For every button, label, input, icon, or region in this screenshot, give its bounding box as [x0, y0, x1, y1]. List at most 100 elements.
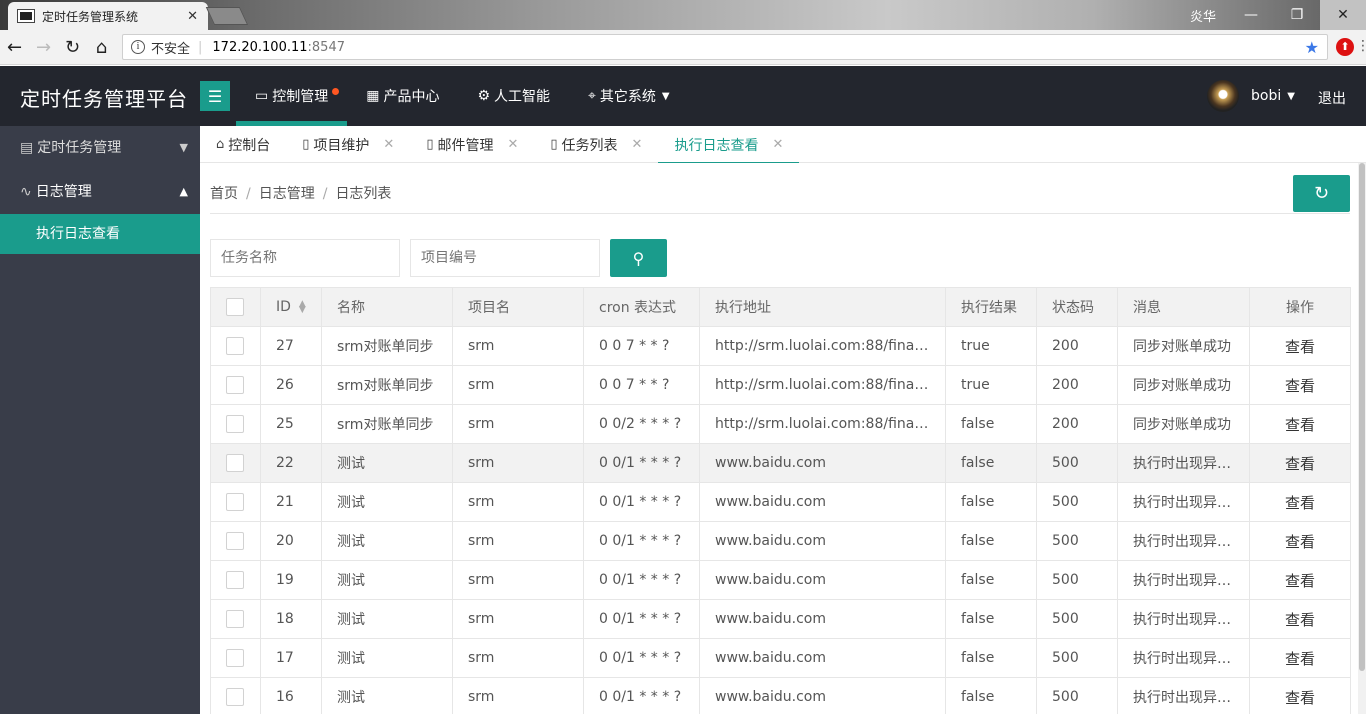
row-checkbox[interactable]	[210, 326, 261, 366]
cell-code: 500	[1036, 677, 1118, 714]
scrollbar-thumb[interactable]	[1359, 163, 1365, 671]
view-button[interactable]: 查看	[1249, 365, 1351, 405]
row-checkbox[interactable]	[210, 638, 261, 678]
close-icon[interactable]: ✕	[383, 137, 394, 152]
refresh-button[interactable]: ↻	[1293, 175, 1350, 212]
logout-link[interactable]: 退出	[1318, 88, 1346, 108]
table-row: 27 srm对账单同步 srm 0 0 7 * * ? http://srm.luola…	[210, 326, 1351, 366]
cell-project: srm	[452, 443, 584, 483]
url-separator: |	[198, 39, 203, 55]
view-button[interactable]: 查看	[1249, 521, 1351, 561]
tab-console[interactable]: ⌂ 控制台	[200, 126, 286, 163]
select-all-checkbox[interactable]	[210, 287, 261, 327]
reload-icon[interactable]: ↻	[58, 37, 87, 58]
close-icon[interactable]: ✕	[507, 137, 518, 152]
cell-msg: 同步对账单成功	[1117, 326, 1250, 366]
row-checkbox[interactable]	[210, 482, 261, 522]
cell-name: 测试	[321, 677, 453, 714]
view-button[interactable]: 查看	[1249, 599, 1351, 639]
document-icon: ▯	[550, 137, 558, 152]
sidebar-item-exec-log[interactable]: 执行日志查看	[0, 214, 200, 254]
tab-exec-log[interactable]: 执行日志查看 ✕	[658, 126, 800, 164]
cell-code: 200	[1036, 404, 1118, 444]
col-id[interactable]: ID ▲ ▼	[260, 287, 322, 327]
menu-toggle-icon[interactable]: ☰	[200, 81, 230, 111]
cell-id: 16	[260, 677, 322, 714]
view-button[interactable]: 查看	[1249, 560, 1351, 600]
content-tabs: ⌂ 控制台 ▯ 项目维护 ✕ ▯ 邮件管理 ✕ ▯ 任务列表 ✕ 执行日志查看 ✕	[200, 126, 1366, 164]
breadcrumb-home[interactable]: 首页	[210, 186, 238, 202]
tab-tasks[interactable]: ▯ 任务列表 ✕	[534, 126, 658, 163]
cell-project: srm	[452, 482, 584, 522]
cell-name: srm对账单同步	[321, 404, 453, 444]
cell-url: www.baidu.com	[699, 521, 946, 561]
cell-cron: 0 0/1 * * * ?	[583, 521, 700, 561]
user-name: bobi	[1251, 88, 1282, 104]
nav-ai[interactable]: ⚙ 人工智能	[458, 66, 569, 126]
task-name-input[interactable]	[210, 239, 400, 277]
close-tab-icon[interactable]: ✕	[187, 9, 198, 24]
cell-url: www.baidu.com	[699, 677, 946, 714]
row-checkbox[interactable]	[210, 404, 261, 444]
view-button[interactable]: 查看	[1249, 677, 1351, 714]
cell-result: false	[945, 443, 1037, 483]
chevron-down-icon: ▼	[179, 141, 188, 154]
view-button[interactable]: 查看	[1249, 482, 1351, 522]
restore-icon[interactable]: ❐	[1274, 0, 1320, 30]
user-menu[interactable]: bobi ▼	[1207, 80, 1295, 112]
project-no-input[interactable]	[410, 239, 600, 277]
view-button[interactable]: 查看	[1249, 638, 1351, 678]
close-icon[interactable]: ✕	[632, 137, 643, 152]
scrollbar[interactable]	[1358, 163, 1366, 714]
table-row: 16 测试 srm 0 0/1 * * * ? www.baidu.com false 50…	[210, 677, 1351, 714]
new-tab-button[interactable]	[205, 7, 249, 25]
row-checkbox[interactable]	[210, 599, 261, 639]
nav-products[interactable]: ▦ 产品中心	[347, 66, 458, 126]
row-checkbox[interactable]	[210, 560, 261, 600]
forward-icon[interactable]: →	[29, 37, 58, 58]
view-button[interactable]: 查看	[1249, 326, 1351, 366]
home-icon[interactable]: ⌂	[87, 37, 116, 58]
divider	[210, 213, 1350, 214]
close-window-icon[interactable]: ✕	[1320, 0, 1366, 30]
browser-tab[interactable]: 定时任务管理系统 ✕	[8, 2, 208, 30]
cell-name: srm对账单同步	[321, 365, 453, 405]
bookmark-star-icon[interactable]: ★	[1305, 38, 1319, 57]
cell-result: false	[945, 599, 1037, 639]
cell-msg: 执行时出现异常：U	[1117, 482, 1250, 522]
main-content: 首页/日志管理/日志列表 ↻ ⚲ ID▲▼ 名称 项目名 cron 表达式 执行…	[200, 163, 1358, 714]
row-checkbox[interactable]	[210, 677, 261, 714]
breadcrumb-log-mgmt[interactable]: 日志管理	[259, 186, 315, 202]
cell-cron: 0 0 7 * * ?	[583, 326, 700, 366]
cell-cron: 0 0/1 * * * ?	[583, 443, 700, 483]
table-row: 18 测试 srm 0 0/1 * * * ? www.baidu.com false 50…	[210, 599, 1351, 639]
app-header: 定时任务管理平台 ☰ ▭ 控制管理 ▦ 产品中心 ⚙ 人工智能 ⌖ 其它系统 ▼…	[0, 66, 1366, 126]
view-button[interactable]: 查看	[1249, 404, 1351, 444]
cell-project: srm	[452, 560, 584, 600]
back-icon[interactable]: ←	[0, 37, 29, 58]
row-checkbox[interactable]	[210, 443, 261, 483]
window-user[interactable]: 炎华	[1190, 6, 1216, 25]
nav-other[interactable]: ⌖ 其它系统 ▼	[569, 66, 689, 126]
url-input[interactable]: i 不安全 | 172.20.100.11 :8547 ★	[122, 34, 1328, 60]
row-checkbox[interactable]	[210, 521, 261, 561]
table-row: 17 测试 srm 0 0/1 * * * ? www.baidu.com false 50…	[210, 638, 1351, 678]
nav-label: 产品中心	[383, 89, 440, 105]
tab-projects[interactable]: ▯ 项目维护 ✕	[286, 126, 410, 163]
cell-cron: 0 0/1 * * * ?	[583, 560, 700, 600]
view-button[interactable]: 查看	[1249, 443, 1351, 483]
search-button[interactable]: ⚲	[610, 239, 667, 277]
sidebar-item-task-mgmt[interactable]: ▤ 定时任务管理 ▼	[0, 126, 200, 170]
row-checkbox[interactable]	[210, 365, 261, 405]
nav-control[interactable]: ▭ 控制管理	[236, 66, 348, 126]
cell-msg: 执行时出现异常：U	[1117, 599, 1250, 639]
tab-mail[interactable]: ▯ 邮件管理 ✕	[410, 126, 534, 163]
cell-project: srm	[452, 365, 584, 405]
info-icon[interactable]: i	[131, 40, 145, 54]
minimize-icon[interactable]: —	[1228, 0, 1274, 30]
browser-menu-icon[interactable]: ⋮	[1356, 38, 1366, 54]
close-icon[interactable]: ✕	[772, 137, 783, 152]
sidebar-item-log-mgmt[interactable]: ∿ 日志管理 ▲	[0, 170, 200, 214]
sort-icon[interactable]: ▲ ▼	[299, 300, 306, 315]
extension-icon[interactable]: ⬆	[1336, 38, 1354, 56]
